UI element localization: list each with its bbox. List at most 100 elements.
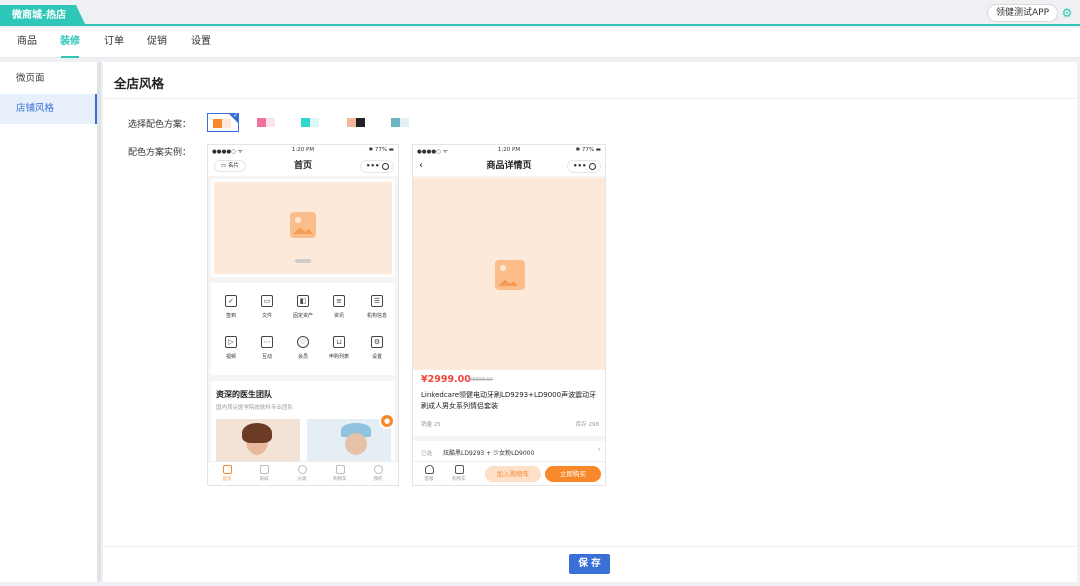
doctor-hair xyxy=(242,423,272,443)
tab-service[interactable]: 客服 xyxy=(417,465,441,482)
product-price: ¥2999.00 xyxy=(421,374,471,385)
tab-label: 分类 xyxy=(297,477,307,482)
status-bar: ●●●●○ ᯤ 1:20 PM ✱ 77% ▬ xyxy=(208,145,398,156)
tab-label: 商城 xyxy=(259,477,269,482)
title-divider xyxy=(103,98,1077,99)
page-title: 全店风格 xyxy=(114,76,165,91)
briefcase-icon: ▭ xyxy=(261,295,273,307)
check-icon: ✓ xyxy=(232,112,238,119)
card-button[interactable]: ▭ 名片 xyxy=(214,160,246,172)
section-title: 资深的医生团队 xyxy=(216,390,272,399)
bag-icon xyxy=(259,465,269,474)
mini-capsule[interactable]: ••• xyxy=(360,160,394,173)
cart-icon xyxy=(454,465,464,474)
phone-header: 首页 ▭ 名片 ••• xyxy=(208,156,398,176)
grid-item-checkin[interactable]: ✓ 签到 xyxy=(211,295,251,319)
main-panel: 全店风格 选择配色方案： 配色方案实例： ✓ ●●●●○ ᯤ 1:20 PM ✱… xyxy=(103,62,1077,582)
nav-item-settings[interactable]: 设置 xyxy=(186,28,216,58)
tab-mine[interactable]: 我的 xyxy=(366,465,390,482)
heart-icon: ♡ xyxy=(297,336,309,348)
cart-icon: ⊔ xyxy=(333,336,345,348)
chat-icon: ⋯ xyxy=(261,336,273,348)
app-tab[interactable]: 微商城-热店 xyxy=(0,5,86,26)
close-ring-icon xyxy=(382,163,389,170)
grid-label: 设置 xyxy=(371,354,382,360)
section-subtitle: 国内顶尖医学院皮肤科专业团队 xyxy=(216,405,294,411)
add-to-cart-button[interactable]: 加入购物车 xyxy=(485,466,541,482)
phone-header: ‹ 商品详情页 ••• xyxy=(413,156,605,176)
phone-preview-detail: ●●●●○ ᯤ 1:20 PM ✱ 77% ▬ ‹ 商品详情页 ••• ¥299… xyxy=(412,144,606,486)
grid-item-interact[interactable]: ⋯ 互动 xyxy=(247,336,287,360)
status-bar: ●●●●○ ᯤ 1:20 PM ✱ 77% ▬ xyxy=(413,145,605,156)
wallet-icon: ◧ xyxy=(297,295,309,307)
grid-label: 文件 xyxy=(261,313,272,319)
scheme-option-4[interactable] xyxy=(343,113,373,132)
nav-item-products[interactable]: 商品 xyxy=(12,28,42,58)
grid-label: 申购列表 xyxy=(328,354,349,360)
scheme-option-2[interactable] xyxy=(253,113,283,132)
doctor-team-section: 资深的医生团队 国内顶尖医学院皮肤科专业团队 ● xyxy=(211,381,395,463)
settings-icon: ⚙ xyxy=(371,336,383,348)
tab-mall[interactable]: 商城 xyxy=(252,465,276,482)
grid-label: 资讯 xyxy=(333,313,344,319)
product-sales: 销量 25 xyxy=(421,422,441,428)
grid-item-files[interactable]: ▭ 文件 xyxy=(247,295,287,319)
banner-image-placeholder xyxy=(214,182,392,274)
nav-item-decoration[interactable]: 装修 xyxy=(55,28,85,58)
scheme-option-5[interactable] xyxy=(387,113,417,132)
image-icon xyxy=(290,212,316,238)
detail-tabbar: 客服 购物车 加入购物车 立即购买 xyxy=(413,461,605,485)
tab-label: 我的 xyxy=(373,477,383,482)
nav-item-orders[interactable]: 订单 xyxy=(99,28,129,58)
float-chat-icon[interactable]: ● xyxy=(379,413,395,429)
top-bar: 微商城-热店 领健测试APP ⚙ xyxy=(0,0,1080,26)
grid-item-settings[interactable]: ⚙ 设置 xyxy=(357,336,397,360)
save-button[interactable]: 保 存 xyxy=(569,554,610,574)
grid-item-video[interactable]: ▷ 视频 xyxy=(211,336,251,360)
more-icon: ••• xyxy=(366,162,380,170)
banner-dots xyxy=(295,259,311,263)
compass-icon xyxy=(297,465,307,474)
grid-item-assets[interactable]: ◧ 固定资产 xyxy=(283,295,323,319)
sidebar-item-store-style[interactable]: 店铺风格 xyxy=(0,94,97,124)
sidebar-item-micro-page[interactable]: 微页面 xyxy=(0,64,97,94)
footer-divider xyxy=(103,546,1077,547)
tab-label: 购物车 xyxy=(452,477,466,482)
tab-category[interactable]: 分类 xyxy=(290,465,314,482)
home-tabbar: 首页 商城 分类 购物车 我的 xyxy=(208,461,398,485)
buy-now-button[interactable]: 立即购买 xyxy=(545,466,601,482)
scheme-1-primary xyxy=(213,119,222,128)
product-stock: 库存 298 xyxy=(575,422,599,428)
tab-cart[interactable]: 购物车 xyxy=(328,465,352,482)
tab-label: 客服 xyxy=(424,477,434,482)
grid-item-news[interactable]: ≡ 资讯 xyxy=(319,295,359,319)
tab-home[interactable]: 首页 xyxy=(215,465,239,482)
doctor-photo-1 xyxy=(216,419,300,463)
banner-card xyxy=(211,179,395,277)
doctor-photo-2 xyxy=(307,419,391,463)
scheme-4-secondary xyxy=(356,118,365,127)
scheme-option-3[interactable] xyxy=(297,113,327,132)
product-info-card: ¥2999.00 ¥3999.00 Linkedcare领健电动牙刷LD9293… xyxy=(413,370,605,436)
grid-item-member[interactable]: ♡ 会员 xyxy=(283,336,323,360)
gear-icon[interactable]: ⚙ xyxy=(1060,6,1074,20)
phone-title: 商品详情页 xyxy=(486,161,532,171)
back-icon[interactable]: ‹ xyxy=(419,156,423,176)
sidebar: 微页面 店铺风格 xyxy=(0,62,97,582)
selected-value: 炫酷黑LD9293 + 少女粉LD9000 xyxy=(443,450,535,457)
grid-item-purchase-list[interactable]: ⊔ 申购列表 xyxy=(319,336,359,360)
scheme-5-primary xyxy=(391,118,400,127)
scheme-2-primary xyxy=(257,118,266,127)
app-selector[interactable]: 领健测试APP xyxy=(986,4,1058,22)
grid-item-org-info[interactable]: ☰ 机构信息 xyxy=(357,295,397,319)
image-icon xyxy=(495,260,525,290)
play-icon: ▷ xyxy=(225,336,237,348)
nav-item-promotions[interactable]: 促销 xyxy=(142,28,172,58)
selected-label: 已选 xyxy=(421,451,433,457)
scheme-option-1[interactable]: ✓ xyxy=(207,112,239,132)
grid-label: 固定资产 xyxy=(292,313,313,319)
user-icon xyxy=(373,465,383,474)
mini-capsule[interactable]: ••• xyxy=(567,160,601,173)
tab-cart[interactable]: 购物车 xyxy=(447,465,471,482)
scheme-5-secondary xyxy=(400,118,409,127)
